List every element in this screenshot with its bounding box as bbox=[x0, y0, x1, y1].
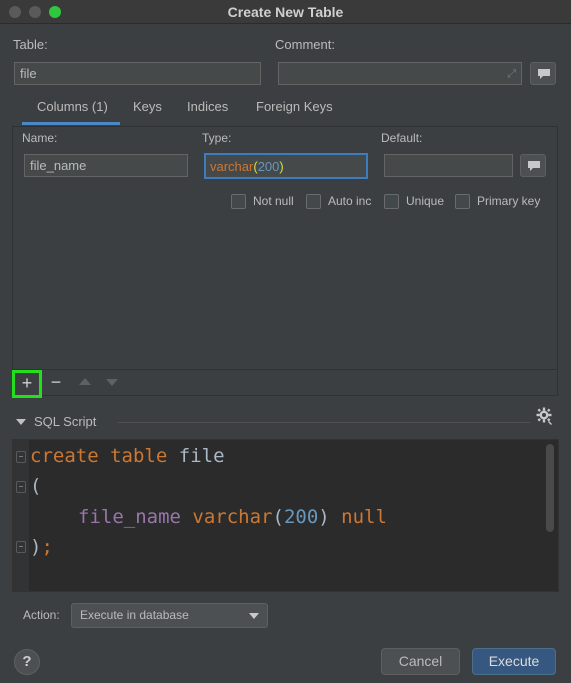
name-label: Name: bbox=[22, 131, 58, 145]
fold-icon[interactable] bbox=[16, 451, 26, 463]
default-label: Default: bbox=[381, 131, 423, 145]
help-button[interactable]: ? bbox=[14, 649, 40, 675]
column-name-input[interactable]: file_name bbox=[24, 154, 188, 177]
type-name: varchar bbox=[210, 159, 254, 174]
paren: ) bbox=[30, 536, 42, 558]
checkbox-label: Primary key bbox=[477, 194, 541, 208]
sql-editor[interactable]: create table file ( file_name varchar(20… bbox=[12, 439, 559, 592]
tab-columns[interactable]: Columns (1) bbox=[37, 99, 108, 114]
sql-header-divider bbox=[118, 422, 530, 423]
sql-script-title: SQL Script bbox=[34, 414, 97, 429]
comment-label: Comment: bbox=[275, 37, 335, 52]
add-column-button[interactable]: + bbox=[12, 370, 42, 398]
gear-icon[interactable] bbox=[536, 407, 554, 425]
tab-foreign-keys[interactable]: Foreign Keys bbox=[256, 99, 333, 114]
window-title: Create New Table bbox=[227, 4, 344, 20]
paren: ) bbox=[318, 506, 330, 528]
checkbox-box[interactable] bbox=[231, 194, 246, 209]
chevron-down-icon bbox=[249, 613, 259, 619]
selected-tab-indicator bbox=[22, 122, 120, 125]
toolbar-divider bbox=[13, 369, 557, 370]
column-identifier: file_name bbox=[78, 506, 181, 528]
type-keyword: varchar bbox=[192, 506, 273, 528]
table-identifier: file bbox=[178, 445, 225, 467]
tab-keys[interactable]: Keys bbox=[133, 99, 162, 114]
table-name-input[interactable]: file bbox=[14, 62, 261, 85]
keyword-create: create bbox=[30, 445, 99, 467]
comment-input[interactable]: ⤢ bbox=[278, 62, 522, 85]
default-bubble-button[interactable] bbox=[520, 154, 546, 177]
semicolon: ; bbox=[41, 536, 53, 558]
checkbox-label: Not null bbox=[253, 194, 294, 208]
checkbox-box[interactable] bbox=[306, 194, 321, 209]
comment-bubble-button[interactable] bbox=[530, 62, 556, 85]
fold-icon[interactable] bbox=[16, 541, 26, 553]
remove-column-button[interactable]: − bbox=[48, 372, 64, 394]
keyword-null: null bbox=[341, 506, 387, 528]
comment-bubble-icon bbox=[538, 69, 550, 79]
code-line-2: ( bbox=[30, 475, 42, 497]
action-selected-value: Execute in database bbox=[80, 608, 189, 622]
collapse-caret-icon[interactable] bbox=[16, 419, 26, 425]
comment-bubble-icon bbox=[528, 161, 540, 171]
editor-scrollbar[interactable] bbox=[546, 444, 554, 532]
expand-icon[interactable]: ⤢ bbox=[507, 67, 516, 82]
number-literal: 200 bbox=[283, 506, 319, 528]
table-label: Table: bbox=[13, 37, 48, 52]
action-label: Action: bbox=[23, 608, 60, 622]
code-line-4: ); bbox=[30, 536, 53, 558]
paren: ( bbox=[272, 506, 284, 528]
default-value-input[interactable] bbox=[384, 154, 513, 177]
code-line-3: file_name varchar(200) null bbox=[78, 506, 387, 528]
execute-button[interactable]: Execute bbox=[472, 648, 556, 675]
column-type-input[interactable]: varchar(200) bbox=[204, 153, 368, 179]
move-up-icon[interactable] bbox=[79, 378, 91, 385]
move-down-icon[interactable] bbox=[106, 379, 118, 386]
keyword-table: table bbox=[110, 445, 168, 467]
title-bar: Create New Table bbox=[0, 0, 571, 24]
type-label: Type: bbox=[202, 131, 232, 145]
editor-gutter bbox=[13, 440, 29, 591]
code-line-1: create table file bbox=[30, 445, 225, 467]
type-paren-close: ) bbox=[279, 159, 284, 174]
fold-icon[interactable] bbox=[16, 481, 26, 493]
checkbox-box[interactable] bbox=[455, 194, 470, 209]
action-select[interactable]: Execute in database bbox=[71, 603, 268, 628]
type-size: 200 bbox=[257, 159, 280, 174]
tab-indices[interactable]: Indices bbox=[187, 99, 228, 114]
checkbox-box[interactable] bbox=[384, 194, 399, 209]
checkbox-label: Unique bbox=[406, 194, 445, 208]
cancel-button[interactable]: Cancel bbox=[381, 648, 460, 675]
checkbox-label: Auto inc bbox=[328, 194, 372, 208]
